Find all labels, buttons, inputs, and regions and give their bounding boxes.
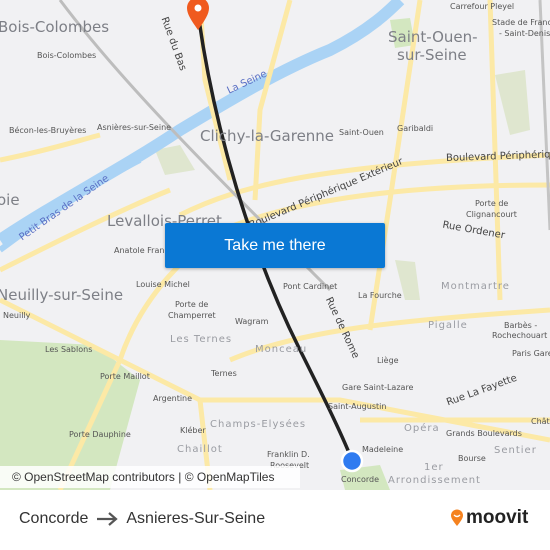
place-label: Neuilly <box>3 311 31 320</box>
district-label: Sentier <box>494 445 537 456</box>
place-label: Louise Michel <box>136 280 190 289</box>
place-label: Madeleine <box>362 445 404 454</box>
take-me-there-button[interactable]: Take me there <box>165 223 385 268</box>
place-label: Bourse <box>458 454 486 463</box>
moovit-logo: moovit <box>450 507 528 529</box>
place-label: Kléber <box>180 426 206 435</box>
place-label: Barbès - <box>504 321 538 330</box>
footer: Concorde Asnieres-Sur-Seine moovit <box>0 490 550 550</box>
place-label: Bécon-les-Bruyères <box>9 126 87 135</box>
place-label: Asnières-sur-Seine <box>97 123 172 132</box>
city-label: Neuilly-sur-Seine <box>0 286 124 304</box>
place-label: Ternes <box>211 369 237 378</box>
city-label: Saint-Ouen- <box>388 28 478 46</box>
district-label: Opéra <box>404 423 440 434</box>
place-label: Carrefour Pleyel <box>450 2 515 11</box>
destination-pin-icon[interactable] <box>187 0 209 30</box>
place-label: Gare Saint-Lazare <box>342 383 414 392</box>
place-label: Saint-Ouen <box>339 128 384 137</box>
city-label: oie <box>0 191 20 209</box>
place-label: Paris Gare <box>512 349 550 358</box>
place-label: Wagram <box>235 317 269 326</box>
origin-marker-icon[interactable] <box>340 449 364 473</box>
place-label: Pont Cardinet <box>283 282 338 291</box>
place-label: Porte de <box>475 199 509 208</box>
place-label: Champerret <box>168 311 216 320</box>
district-label: Montmartre <box>441 281 510 292</box>
place-label: - Saint-Denis <box>499 29 550 38</box>
place-label: Stade de France <box>492 18 550 27</box>
place-label: Argentine <box>153 394 193 403</box>
moovit-pin-icon <box>451 509 463 526</box>
place-label: Franklin D. <box>267 450 310 459</box>
park <box>495 70 530 135</box>
place-label: Porte de <box>175 300 209 309</box>
city-label: Bois-Colombes <box>0 18 110 36</box>
origin-name: Concorde <box>19 510 89 527</box>
district-label: Arrondissement <box>388 475 481 486</box>
place-label: Concorde <box>341 475 379 484</box>
place-label: Grands Boulevards <box>446 429 522 438</box>
route-summary: Concorde Asnieres-Sur-Seine <box>19 510 265 528</box>
district-label: Pigalle <box>428 320 468 331</box>
district-label: Champs-Elysées <box>210 419 307 430</box>
district-label: 1er <box>424 462 444 473</box>
map[interactable]: Bois-Colombes Saint-Ouen- sur-Seine Clic… <box>0 0 550 490</box>
place-label: Porte Dauphine <box>69 430 131 439</box>
place-label: Saint-Augustin <box>328 402 387 411</box>
city-label: sur-Seine <box>397 46 467 64</box>
arrow-right-icon <box>97 512 119 526</box>
place-label: Rochechouart <box>492 331 548 340</box>
place-label: Porte Maillot <box>100 372 150 381</box>
map-attribution[interactable]: © OpenStreetMap contributors | © OpenMap… <box>0 466 300 488</box>
place-label: Bois-Colombes <box>37 51 97 60</box>
place-label: Garibaldi <box>397 124 434 133</box>
place-label: Les Sablons <box>45 345 93 354</box>
city-label: Clichy-la-Garenne <box>200 127 335 145</box>
place-label: Liège <box>377 356 399 365</box>
district-label: Chaillot <box>177 444 223 455</box>
place-label: La Fourche <box>358 291 402 300</box>
destination-name: Asnieres-Sur-Seine <box>126 510 266 527</box>
place-label: Clignancourt <box>466 210 517 219</box>
place-label: Châte <box>531 417 550 426</box>
district-label: Les Ternes <box>170 334 233 345</box>
moovit-wordmark: moovit <box>466 507 529 528</box>
district-label: Monceau <box>255 344 308 355</box>
